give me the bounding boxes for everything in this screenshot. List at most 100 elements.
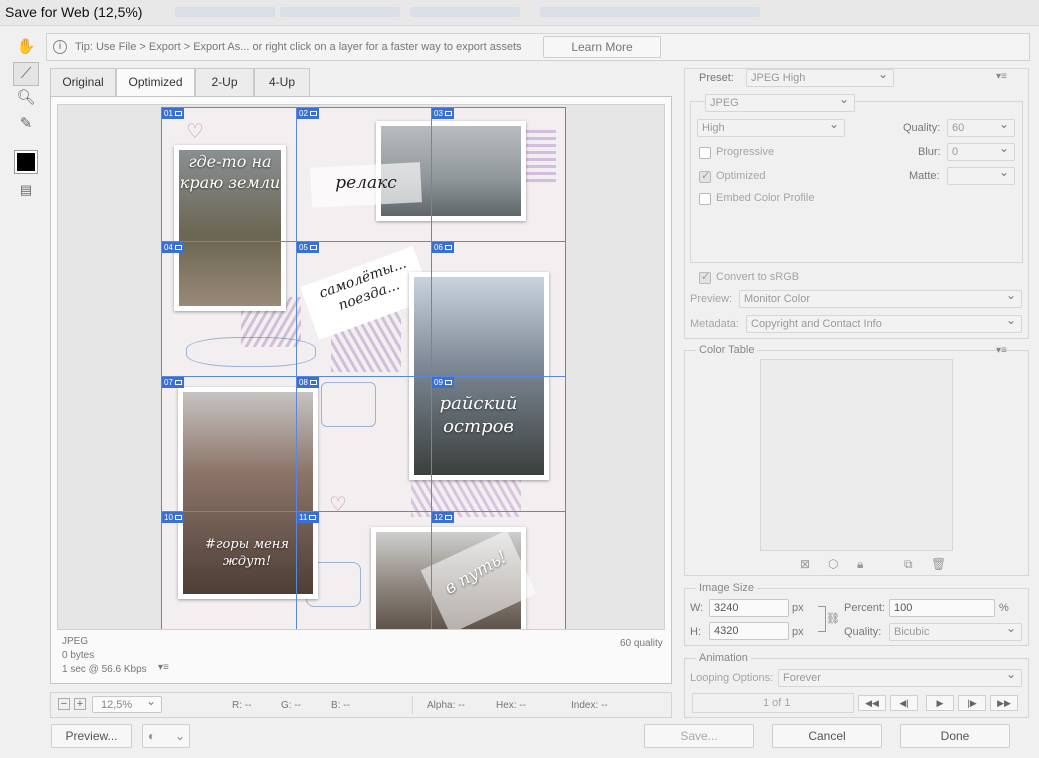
status-b: B: -- bbox=[331, 700, 350, 711]
color-table-title: Color Table bbox=[696, 344, 758, 356]
slice-badge-05[interactable]: 05 bbox=[297, 242, 319, 253]
toggle-slices-icon[interactable]: ▤ bbox=[13, 178, 39, 202]
convert-srgb-checkbox[interactable] bbox=[699, 270, 711, 284]
looping-label: Looping Options: bbox=[690, 672, 774, 684]
blur-input[interactable]: 0 bbox=[947, 141, 1015, 161]
prev-frame-icon[interactable]: ◀| bbox=[890, 695, 918, 711]
matte-select[interactable] bbox=[947, 165, 1015, 185]
tab-original[interactable]: Original bbox=[50, 68, 116, 96]
first-frame-icon[interactable]: ◀◀ bbox=[858, 695, 886, 711]
zoom-select[interactable]: 12,5% bbox=[92, 694, 162, 713]
zoom-in-icon[interactable]: + bbox=[74, 698, 86, 710]
trash-icon[interactable]: 🗑︎ bbox=[931, 557, 946, 571]
slice-image-icon bbox=[174, 515, 182, 521]
slice-image-icon bbox=[174, 245, 182, 251]
embed-profile-checkbox[interactable] bbox=[699, 193, 711, 205]
status-index: Index: -- bbox=[571, 700, 608, 711]
tab-2-up[interactable]: 2-Up bbox=[195, 68, 254, 96]
settings-menu-icon[interactable]: ▾≡ bbox=[996, 71, 1007, 82]
chevron-down-icon: ⌄ bbox=[174, 729, 185, 743]
slice-badge-09[interactable]: 09 bbox=[432, 377, 454, 388]
slice-badge-12[interactable]: 12 bbox=[432, 512, 454, 523]
eyedropper-tool-icon[interactable]: ✎ bbox=[13, 112, 39, 136]
convert-srgb-label: Convert to sRGB bbox=[716, 271, 800, 283]
slice-badge-10[interactable]: 10 bbox=[162, 512, 184, 523]
slice-image-icon bbox=[444, 245, 452, 251]
new-color-icon[interactable]: ⧉ bbox=[904, 557, 913, 572]
animation-title: Animation bbox=[696, 652, 751, 664]
matte-label: Matte: bbox=[909, 170, 940, 182]
preview-mode-select[interactable]: Monitor Color bbox=[739, 288, 1022, 308]
color-table-swatches[interactable] bbox=[760, 359, 953, 551]
save-button[interactable]: Save... bbox=[644, 724, 754, 748]
optimized-checkbox[interactable] bbox=[699, 169, 711, 183]
next-frame-icon[interactable]: |▶ bbox=[958, 695, 986, 711]
lock-icon[interactable]: 🔒︎ bbox=[857, 557, 863, 572]
resample-quality-select[interactable]: Bicubic bbox=[889, 621, 1022, 641]
format-select[interactable]: JPEG bbox=[705, 92, 855, 112]
slice-image-icon bbox=[309, 380, 317, 386]
slice-badge-08[interactable]: 08 bbox=[297, 377, 319, 388]
width-unit: px bbox=[792, 602, 804, 614]
cancel-button[interactable]: Cancel bbox=[772, 724, 882, 748]
last-frame-icon[interactable]: ▶▶ bbox=[990, 695, 1018, 711]
preview-canvas[interactable]: ♡ ♡ где-то на краю земли релакс самолёты… bbox=[57, 104, 665, 630]
quality-level-select[interactable]: High bbox=[697, 117, 845, 137]
embed-profile-label: Embed Color Profile bbox=[716, 192, 815, 204]
metadata-select[interactable]: Copyright and Contact Info bbox=[746, 313, 1022, 333]
slice-image-icon bbox=[444, 515, 452, 521]
status-r: R: -- bbox=[232, 700, 252, 711]
background-toolbar-ghost bbox=[410, 7, 520, 17]
preview-button[interactable]: Preview... bbox=[51, 724, 132, 748]
background-toolbar-ghost bbox=[175, 7, 275, 17]
web-shift-icon[interactable]: ⬡ bbox=[828, 557, 838, 571]
percent-input[interactable]: 100 bbox=[889, 599, 995, 617]
slice-select-tool-icon[interactable]: ⟋ bbox=[13, 62, 39, 86]
learn-more-button[interactable]: Learn More bbox=[543, 36, 661, 58]
metadata-label: Metadata: bbox=[690, 318, 739, 330]
slice-badge-02[interactable]: 02 bbox=[297, 108, 319, 119]
background-toolbar-ghost bbox=[540, 7, 760, 17]
play-icon[interactable]: ▶ bbox=[926, 695, 954, 711]
zoom-tool-icon[interactable]: 🔍︎ bbox=[13, 86, 39, 110]
slice-badge-06[interactable]: 06 bbox=[432, 242, 454, 253]
slice-badge-01[interactable]: 01 bbox=[162, 108, 184, 119]
browser-icon: ◐ bbox=[148, 729, 156, 743]
window-title: Save for Web (12,5%) bbox=[5, 4, 143, 20]
tip-text: Tip: Use File > Export > Export As... or… bbox=[75, 41, 522, 53]
slice-image-icon bbox=[309, 111, 317, 117]
browser-preview-button[interactable]: ◐ ⌄ bbox=[142, 724, 190, 748]
quality-input[interactable]: 60 bbox=[947, 117, 1015, 137]
zoom-out-icon[interactable]: − bbox=[58, 698, 70, 710]
height-input[interactable]: 4320 bbox=[709, 622, 789, 640]
info-menu-icon[interactable]: ▾≡ bbox=[158, 662, 169, 673]
slice-badge-11[interactable]: 11 bbox=[297, 512, 319, 523]
slice-image-icon bbox=[444, 111, 452, 117]
hand-tool-icon[interactable]: ✋ bbox=[13, 35, 39, 59]
slice-badge-07[interactable]: 07 bbox=[162, 377, 184, 388]
done-button[interactable]: Done bbox=[900, 724, 1010, 748]
info-quality: 60 quality bbox=[620, 638, 663, 649]
tab-optimized[interactable]: Optimized bbox=[116, 68, 195, 96]
optimized-label: Optimized bbox=[716, 170, 766, 182]
slice-line bbox=[161, 511, 566, 512]
map-color-icon[interactable]: ⊠ bbox=[800, 557, 810, 571]
slice-badge-04[interactable]: 04 bbox=[162, 242, 184, 253]
slice-image-icon bbox=[444, 380, 452, 386]
color-table-menu-icon[interactable]: ▾≡ bbox=[996, 345, 1007, 356]
looping-select[interactable]: Forever bbox=[778, 667, 1022, 687]
status-alpha: Alpha: -- bbox=[427, 700, 465, 711]
progressive-label: Progressive bbox=[716, 146, 775, 158]
quality-label: Quality: bbox=[903, 122, 941, 134]
progressive-checkbox[interactable] bbox=[699, 147, 711, 159]
preset-label: Preset: bbox=[699, 72, 734, 84]
chain-icon[interactable]: ⛓︎ bbox=[826, 612, 840, 625]
tab-4-up[interactable]: 4-Up bbox=[254, 68, 310, 96]
background-toolbar-ghost bbox=[280, 7, 400, 17]
info-format: JPEG bbox=[62, 636, 89, 647]
preset-select[interactable]: JPEG High bbox=[746, 67, 894, 87]
slice-badge-03[interactable]: 03 bbox=[432, 108, 454, 119]
eyedropper-color-swatch[interactable] bbox=[14, 150, 38, 174]
width-input[interactable]: 3240 bbox=[709, 599, 789, 617]
constrain-link-icon[interactable] bbox=[818, 606, 826, 632]
